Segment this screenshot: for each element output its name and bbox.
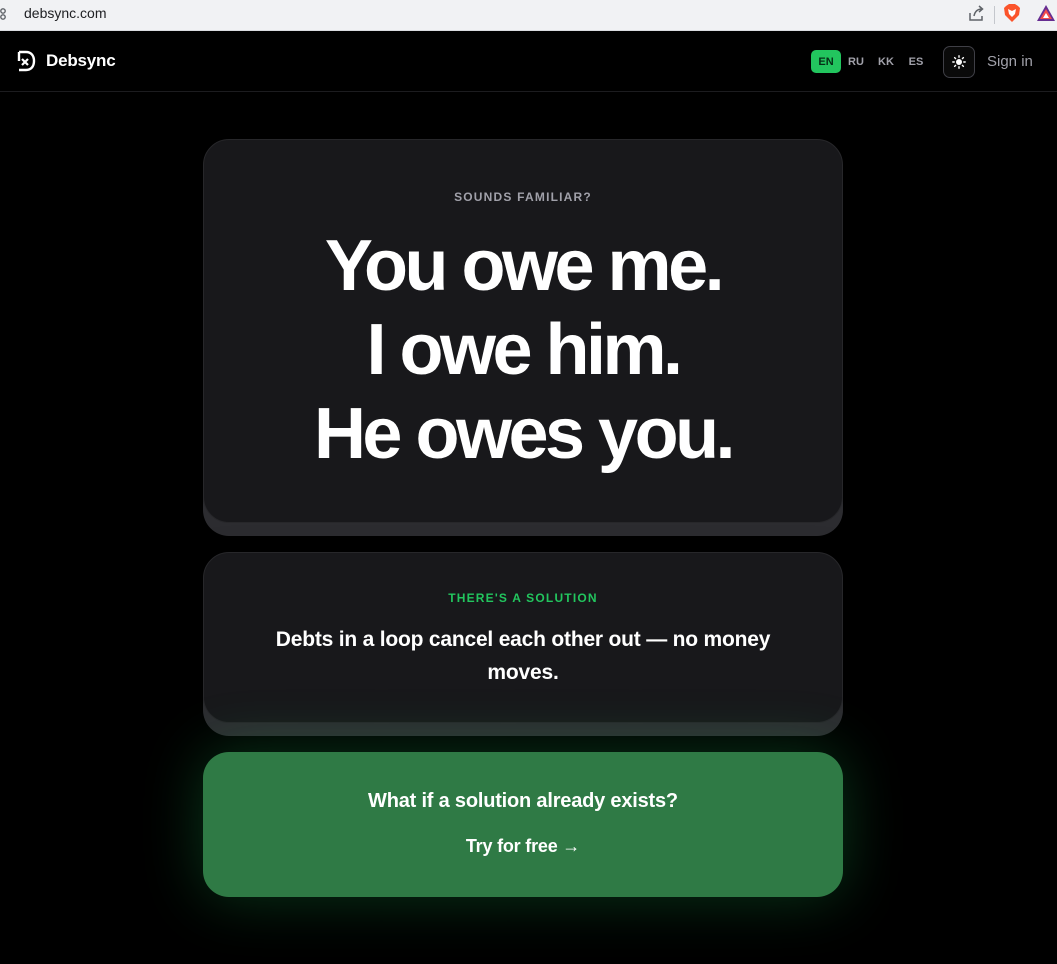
cta-card[interactable]: What if a solution already exists? Try f… (203, 752, 843, 897)
address-bar-url[interactable]: debsync.com (24, 5, 106, 21)
language-switcher: EN RU KK ES (811, 50, 931, 73)
lang-button-ru[interactable]: RU (841, 50, 871, 73)
sun-icon (952, 55, 966, 69)
headline-line-2: I owe him. (366, 310, 683, 390)
cta-question: What if a solution already exists? (368, 790, 678, 812)
share-icon[interactable] (966, 4, 986, 24)
logo-text: Debsync (46, 51, 116, 70)
try-for-free-button[interactable]: Try for free → (203, 836, 843, 857)
brave-rewards-icon[interactable] (1036, 4, 1056, 22)
debsync-logo-icon (17, 50, 36, 72)
lang-button-es[interactable]: ES (901, 50, 931, 73)
site-info-icon[interactable] (0, 7, 9, 21)
lang-button-kk[interactable]: KK (871, 50, 901, 73)
logo[interactable]: Debsync (16, 50, 116, 72)
hero-card: SOUNDS FAMILIAR? You owe me. I owe him. … (203, 139, 843, 523)
hero-headline: You owe me. I owe him. He owes you. (204, 224, 842, 476)
solution-eyebrow: THERE'S A SOLUTION (448, 591, 598, 605)
toolbar-divider (994, 6, 995, 24)
browser-toolbar: debsync.com (0, 0, 1057, 31)
sign-in-link[interactable]: Sign in (987, 53, 1033, 70)
brave-shield-icon[interactable] (1003, 3, 1021, 23)
solution-card: THERE'S A SOLUTION Debts in a loop cance… (203, 552, 843, 723)
headline-line-1: You owe me. (324, 226, 725, 306)
hero-eyebrow: SOUNDS FAMILIAR? (454, 190, 592, 204)
lang-button-en[interactable]: EN (811, 50, 841, 73)
theme-toggle-button[interactable] (943, 46, 975, 78)
headline-line-3: He owes you. (313, 394, 736, 474)
site-header: Debsync EN RU KK ES Sign in (0, 31, 1057, 92)
solution-text: Debts in a loop cancel each other out — … (275, 628, 771, 684)
